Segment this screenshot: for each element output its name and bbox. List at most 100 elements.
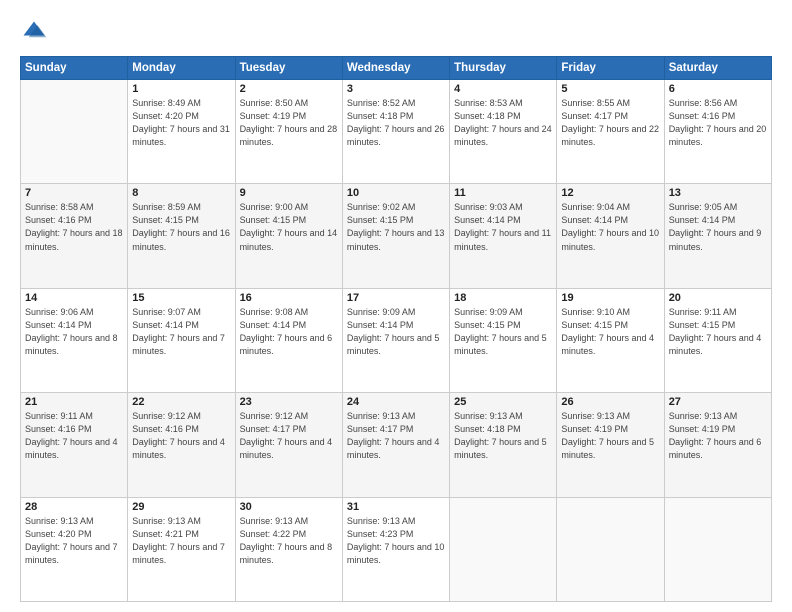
day-info: Sunrise: 8:59 AMSunset: 4:15 PMDaylight:…	[132, 201, 230, 253]
day-number: 30	[240, 501, 338, 513]
calendar-week-row: 1 Sunrise: 8:49 AMSunset: 4:20 PMDaylight…	[21, 80, 772, 184]
day-info: Sunrise: 8:55 AMSunset: 4:17 PMDaylight:…	[561, 97, 659, 149]
day-number: 1	[132, 83, 230, 95]
day-number: 8	[132, 187, 230, 199]
calendar-cell: 8 Sunrise: 8:59 AMSunset: 4:15 PMDaylight…	[128, 184, 235, 288]
day-info: Sunrise: 9:04 AMSunset: 4:14 PMDaylight:…	[561, 201, 659, 253]
col-header-saturday: Saturday	[664, 57, 771, 80]
day-info: Sunrise: 9:13 AMSunset: 4:21 PMDaylight:…	[132, 515, 230, 567]
calendar-cell: 28 Sunrise: 9:13 AMSunset: 4:20 PMDayligh…	[21, 497, 128, 601]
calendar-cell: 26 Sunrise: 9:13 AMSunset: 4:19 PMDayligh…	[557, 393, 664, 497]
logo	[20, 18, 52, 46]
day-info: Sunrise: 9:03 AMSunset: 4:14 PMDaylight:…	[454, 201, 552, 253]
calendar-cell	[21, 80, 128, 184]
day-info: Sunrise: 9:13 AMSunset: 4:17 PMDaylight:…	[347, 410, 445, 462]
day-info: Sunrise: 8:56 AMSunset: 4:16 PMDaylight:…	[669, 97, 767, 149]
calendar-cell: 19 Sunrise: 9:10 AMSunset: 4:15 PMDayligh…	[557, 288, 664, 392]
calendar-week-row: 7Sunrise: 8:58 AMSunset: 4:16 PMDaylight…	[21, 184, 772, 288]
day-info: Sunrise: 9:05 AMSunset: 4:14 PMDaylight:…	[669, 201, 767, 253]
day-info: Sunrise: 9:10 AMSunset: 4:15 PMDaylight:…	[561, 306, 659, 358]
day-number: 17	[347, 292, 445, 304]
calendar-cell: 25Sunrise: 9:13 AMSunset: 4:18 PMDayligh…	[450, 393, 557, 497]
day-info: Sunrise: 9:00 AMSunset: 4:15 PMDaylight:…	[240, 201, 338, 253]
day-number: 2	[240, 83, 338, 95]
day-number: 15	[132, 292, 230, 304]
day-number: 9	[240, 187, 338, 199]
col-header-monday: Monday	[128, 57, 235, 80]
logo-icon	[20, 18, 48, 46]
calendar-cell: 29 Sunrise: 9:13 AMSunset: 4:21 PMDayligh…	[128, 497, 235, 601]
calendar-cell: 9 Sunrise: 9:00 AMSunset: 4:15 PMDaylight…	[235, 184, 342, 288]
calendar-cell: 15 Sunrise: 9:07 AMSunset: 4:14 PMDayligh…	[128, 288, 235, 392]
day-number: 10	[347, 187, 445, 199]
calendar-cell: 17 Sunrise: 9:09 AMSunset: 4:14 PMDayligh…	[342, 288, 449, 392]
calendar-cell: 30 Sunrise: 9:13 AMSunset: 4:22 PMDayligh…	[235, 497, 342, 601]
day-number: 3	[347, 83, 445, 95]
day-number: 23	[240, 396, 338, 408]
day-info: Sunrise: 9:12 AMSunset: 4:16 PMDaylight:…	[132, 410, 230, 462]
day-number: 27	[669, 396, 767, 408]
col-header-tuesday: Tuesday	[235, 57, 342, 80]
day-number: 26	[561, 396, 659, 408]
col-header-sunday: Sunday	[21, 57, 128, 80]
calendar-cell: 4 Sunrise: 8:53 AMSunset: 4:18 PMDaylight…	[450, 80, 557, 184]
calendar-cell: 7Sunrise: 8:58 AMSunset: 4:16 PMDaylight…	[21, 184, 128, 288]
day-number: 19	[561, 292, 659, 304]
page: SundayMondayTuesdayWednesdayThursdayFrid…	[0, 0, 792, 612]
day-number: 20	[669, 292, 767, 304]
day-info: Sunrise: 8:53 AMSunset: 4:18 PMDaylight:…	[454, 97, 552, 149]
day-info: Sunrise: 9:11 AMSunset: 4:16 PMDaylight:…	[25, 410, 123, 462]
day-info: Sunrise: 8:49 AMSunset: 4:20 PMDaylight:…	[132, 97, 230, 149]
calendar-cell: 22 Sunrise: 9:12 AMSunset: 4:16 PMDayligh…	[128, 393, 235, 497]
calendar-cell: 3Sunrise: 8:52 AMSunset: 4:18 PMDaylight…	[342, 80, 449, 184]
day-info: Sunrise: 9:09 AMSunset: 4:14 PMDaylight:…	[347, 306, 445, 358]
day-info: Sunrise: 8:50 AMSunset: 4:19 PMDaylight:…	[240, 97, 338, 149]
calendar-cell: 27 Sunrise: 9:13 AMSunset: 4:19 PMDayligh…	[664, 393, 771, 497]
day-number: 29	[132, 501, 230, 513]
day-info: Sunrise: 9:13 AMSunset: 4:23 PMDaylight:…	[347, 515, 445, 567]
calendar-cell: 24 Sunrise: 9:13 AMSunset: 4:17 PMDayligh…	[342, 393, 449, 497]
calendar-cell: 31 Sunrise: 9:13 AMSunset: 4:23 PMDayligh…	[342, 497, 449, 601]
day-info: Sunrise: 9:12 AMSunset: 4:17 PMDaylight:…	[240, 410, 338, 462]
calendar-cell: 21Sunrise: 9:11 AMSunset: 4:16 PMDayligh…	[21, 393, 128, 497]
day-info: Sunrise: 9:13 AMSunset: 4:20 PMDaylight:…	[25, 515, 123, 567]
day-info: Sunrise: 9:11 AMSunset: 4:15 PMDaylight:…	[669, 306, 767, 358]
day-info: Sunrise: 9:13 AMSunset: 4:18 PMDaylight:…	[454, 410, 552, 462]
day-number: 5	[561, 83, 659, 95]
calendar-cell: 13 Sunrise: 9:05 AMSunset: 4:14 PMDayligh…	[664, 184, 771, 288]
day-number: 31	[347, 501, 445, 513]
day-info: Sunrise: 9:02 AMSunset: 4:15 PMDaylight:…	[347, 201, 445, 253]
col-header-friday: Friday	[557, 57, 664, 80]
calendar-table: SundayMondayTuesdayWednesdayThursdayFrid…	[20, 56, 772, 602]
day-info: Sunrise: 8:58 AMSunset: 4:16 PMDaylight:…	[25, 201, 123, 253]
calendar-cell: 1 Sunrise: 8:49 AMSunset: 4:20 PMDaylight…	[128, 80, 235, 184]
day-number: 11	[454, 187, 552, 199]
calendar-cell: 16Sunrise: 9:08 AMSunset: 4:14 PMDayligh…	[235, 288, 342, 392]
day-number: 4	[454, 83, 552, 95]
calendar-cell: 10 Sunrise: 9:02 AMSunset: 4:15 PMDayligh…	[342, 184, 449, 288]
calendar-cell: 2 Sunrise: 8:50 AMSunset: 4:19 PMDaylight…	[235, 80, 342, 184]
day-number: 28	[25, 501, 123, 513]
col-header-wednesday: Wednesday	[342, 57, 449, 80]
day-number: 14	[25, 292, 123, 304]
calendar-cell: 20 Sunrise: 9:11 AMSunset: 4:15 PMDayligh…	[664, 288, 771, 392]
calendar-cell: 14Sunrise: 9:06 AMSunset: 4:14 PMDayligh…	[21, 288, 128, 392]
calendar-cell: 23 Sunrise: 9:12 AMSunset: 4:17 PMDayligh…	[235, 393, 342, 497]
day-info: Sunrise: 9:08 AMSunset: 4:14 PMDaylight:…	[240, 306, 338, 358]
calendar-cell	[664, 497, 771, 601]
day-number: 24	[347, 396, 445, 408]
col-header-thursday: Thursday	[450, 57, 557, 80]
calendar-week-row: 21Sunrise: 9:11 AMSunset: 4:16 PMDayligh…	[21, 393, 772, 497]
day-info: Sunrise: 9:13 AMSunset: 4:19 PMDaylight:…	[669, 410, 767, 462]
header	[20, 18, 772, 46]
day-number: 12	[561, 187, 659, 199]
calendar-cell	[450, 497, 557, 601]
day-number: 13	[669, 187, 767, 199]
calendar-week-row: 14Sunrise: 9:06 AMSunset: 4:14 PMDayligh…	[21, 288, 772, 392]
day-info: Sunrise: 9:07 AMSunset: 4:14 PMDaylight:…	[132, 306, 230, 358]
calendar-cell: 5 Sunrise: 8:55 AMSunset: 4:17 PMDaylight…	[557, 80, 664, 184]
day-number: 22	[132, 396, 230, 408]
day-info: Sunrise: 9:13 AMSunset: 4:19 PMDaylight:…	[561, 410, 659, 462]
day-info: Sunrise: 9:13 AMSunset: 4:22 PMDaylight:…	[240, 515, 338, 567]
calendar-cell: 12 Sunrise: 9:04 AMSunset: 4:14 PMDayligh…	[557, 184, 664, 288]
